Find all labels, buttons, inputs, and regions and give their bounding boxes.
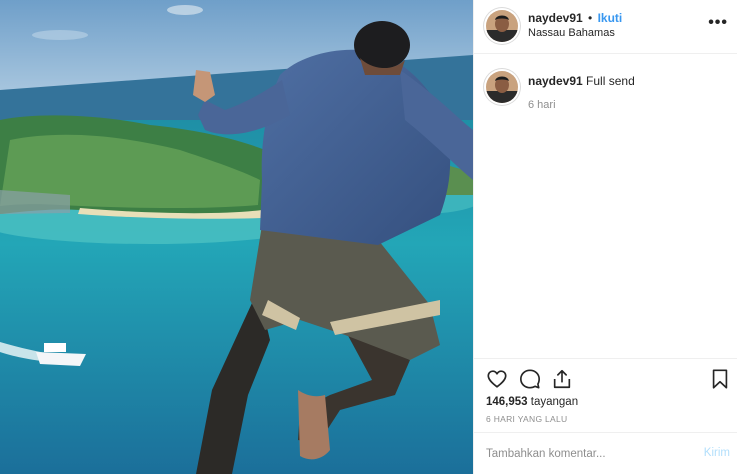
comment-icon[interactable] [519, 368, 541, 390]
video-frame [0, 0, 473, 474]
view-count-number: 146,953 [486, 396, 528, 408]
post-comment-button[interactable]: Kirim [704, 447, 730, 459]
more-options-icon[interactable]: ••• [708, 14, 728, 32]
avatar-image [486, 10, 518, 42]
caption-avatar[interactable] [486, 71, 518, 103]
heart-icon[interactable] [486, 368, 508, 390]
instagram-post: naydev91 • Ikuti Nassau Bahamas ••• nayd… [0, 0, 737, 474]
username-link[interactable]: naydev91 [528, 11, 583, 25]
share-icon[interactable] [551, 368, 573, 390]
follow-button[interactable]: Ikuti [598, 11, 623, 25]
post-timestamp[interactable]: 6 HARI YANG LALU [486, 414, 568, 424]
avatar-image [486, 71, 518, 103]
caption-text: naydev91 Full send [528, 74, 635, 88]
avatar[interactable] [486, 10, 518, 42]
caption-timestamp[interactable]: 6 hari [528, 99, 556, 111]
add-comment-bar: Kirim [474, 432, 737, 474]
post-video[interactable] [0, 0, 473, 474]
bookmark-icon[interactable] [709, 368, 731, 390]
view-count[interactable]: 146,953 tayangan [486, 396, 578, 408]
view-count-label: tayangan [530, 396, 579, 408]
header-title-line: naydev91 • Ikuti [528, 11, 622, 25]
caption-username-link[interactable]: naydev91 [528, 74, 583, 88]
post-side-panel: naydev91 • Ikuti Nassau Bahamas ••• nayd… [473, 0, 737, 474]
comment-input[interactable] [486, 443, 676, 465]
separator-dot: • [588, 11, 593, 25]
location-link[interactable]: Nassau Bahamas [528, 27, 615, 39]
post-header: naydev91 • Ikuti Nassau Bahamas ••• [474, 0, 737, 54]
post-actions: 146,953 tayangan 6 HARI YANG LALU [474, 358, 737, 432]
caption-section: naydev91 Full send 6 hari [474, 54, 737, 359]
caption-message: Full send [586, 74, 635, 88]
